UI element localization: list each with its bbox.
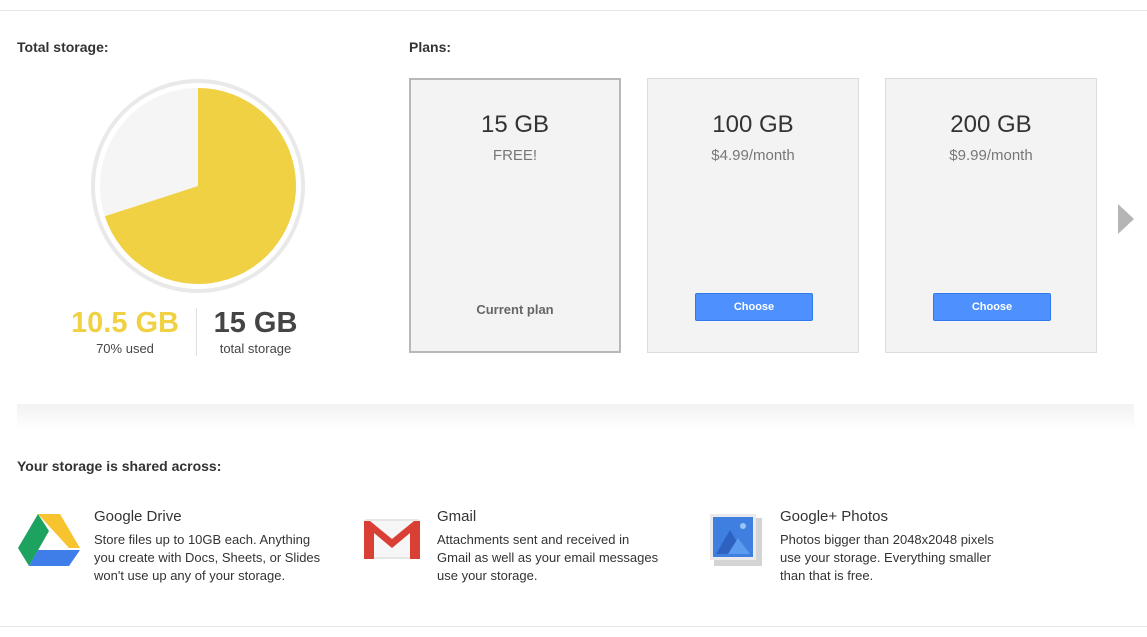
service-google-drive: Google Drive Store files up to 10GB each… bbox=[94, 508, 334, 585]
plan-size: 200 GB bbox=[950, 111, 1032, 138]
service-description: Store files up to 10GB each. Anything yo… bbox=[94, 532, 321, 583]
service-gmail: Gmail Attachments sent and received in G… bbox=[437, 508, 677, 585]
choose-100gb-button[interactable]: Choose bbox=[695, 293, 813, 321]
plan-price: FREE! bbox=[492, 147, 538, 164]
section-separator bbox=[17, 404, 1134, 430]
plan-card-15gb: 15 GB FREE! Current plan bbox=[409, 78, 621, 353]
plan-price: $9.99/month bbox=[949, 147, 1033, 164]
gmail-icon bbox=[364, 519, 420, 559]
total-caption: total storage bbox=[219, 341, 292, 356]
used-caption: 70% used bbox=[96, 341, 154, 356]
plan-card-200gb: 200 GB $9.99/month Choose bbox=[885, 78, 1097, 353]
total-value: 15 GB bbox=[213, 307, 298, 339]
service-title: Gmail bbox=[437, 508, 477, 525]
service-title: Google+ Photos bbox=[780, 508, 888, 525]
plan-size: 100 GB bbox=[712, 111, 794, 138]
stat-divider bbox=[196, 308, 197, 356]
service-description: Attachments sent and received in Gmail a… bbox=[437, 532, 659, 583]
plan-card-100gb: 100 GB $4.99/month Choose bbox=[647, 78, 859, 353]
service-title: Google Drive bbox=[94, 508, 182, 525]
google-drive-icon bbox=[18, 514, 80, 566]
plan-price: $4.99/month bbox=[711, 147, 795, 164]
used-value: 10.5 GB bbox=[71, 307, 179, 339]
top-divider bbox=[0, 10, 1147, 11]
shared-across-label: Your storage is shared across: bbox=[17, 458, 222, 474]
total-stat: 15 GB total storage bbox=[198, 306, 313, 356]
total-storage-label: Total storage: bbox=[17, 39, 109, 55]
current-plan-label: Current plan bbox=[476, 302, 554, 317]
plans-label: Plans: bbox=[409, 39, 452, 55]
service-description: Photos bigger than 2048x2048 pixels use … bbox=[780, 532, 994, 583]
next-plans-arrow-icon[interactable] bbox=[1118, 204, 1134, 234]
storage-pie-chart bbox=[91, 79, 305, 293]
google-photos-icon bbox=[710, 514, 762, 566]
used-stat: 10.5 GB 70% used bbox=[60, 306, 190, 356]
service-google-photos: Google+ Photos Photos bigger than 2048x2… bbox=[780, 508, 1020, 585]
plan-size: 15 GB bbox=[480, 111, 550, 138]
bottom-divider bbox=[0, 626, 1147, 627]
choose-200gb-button[interactable]: Choose bbox=[933, 293, 1051, 321]
